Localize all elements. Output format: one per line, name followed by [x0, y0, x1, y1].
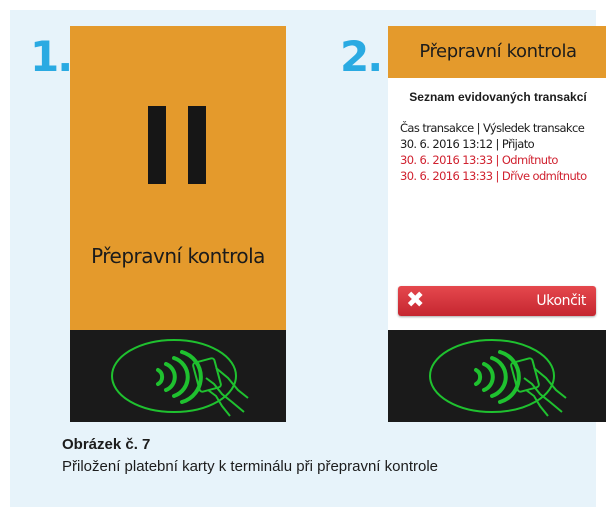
end-button[interactable]: ✖ Ukončit: [398, 286, 596, 316]
column-header: Čas transakce | Výsledek transakce: [400, 121, 585, 135]
screen-title: Přepravní kontrola: [91, 244, 265, 268]
figure-panel: 1. 2. Přepravní kontrola Přepravní kontr…: [10, 10, 606, 507]
close-icon: ✖: [406, 288, 425, 313]
figure-caption-text: Přiložení platební karty k terminálu při…: [62, 458, 439, 475]
step-number-2: 2.: [340, 32, 383, 81]
screen-area: Přepravní kontrola: [70, 26, 286, 330]
figure-caption-title: Obrázek č. 7: [62, 436, 151, 453]
step-number-1: 1.: [30, 32, 73, 81]
end-button-label: Ukončit: [536, 293, 586, 309]
transaction-row: 30. 6. 2016 13:33 | Odmítnuto: [400, 153, 558, 167]
card-reader-area: [388, 330, 606, 422]
terminal-screen-2: Přepravní kontrola Seznam evidovaných tr…: [388, 26, 606, 422]
pause-bar-left: [148, 106, 166, 184]
terminal-screen-1: Přepravní kontrola: [70, 26, 286, 422]
contactless-card-icon: [111, 339, 249, 417]
transaction-list-panel: Seznam evidovaných transakcí Čas transak…: [388, 78, 606, 330]
list-title: Seznam evidovaných transakcí: [409, 90, 587, 104]
screen-header: Přepravní kontrola: [388, 26, 606, 78]
contactless-card-icon: [429, 339, 567, 417]
transaction-row: 30. 6. 2016 13:12 | Přijato: [400, 137, 535, 151]
transaction-row: 30. 6. 2016 13:33 | Dříve odmítnuto: [400, 169, 587, 183]
card-reader-area: [70, 330, 286, 422]
pause-bar-right: [188, 106, 206, 184]
